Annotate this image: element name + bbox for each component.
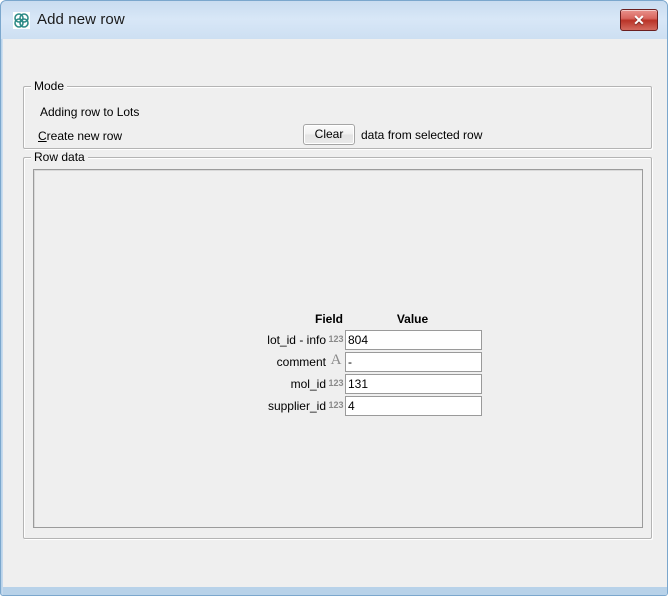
dialog-body: Mode Adding row to Lots Create new row C… [3,39,667,595]
titlebar[interactable]: Add new row ✕ [1,1,667,39]
table-row: supplier_id 123 [220,396,482,418]
dialog-window: Add new row ✕ Mode Adding row to Lots Cr… [0,0,668,596]
window-title: Add new row [37,11,125,28]
create-new-row-mnemonic: C [38,129,47,143]
knime-node-icon [13,12,30,29]
field-label: lot_id - info [267,333,326,347]
value-input-comment[interactable] [345,352,482,372]
field-value-table: Field Value lot_id - info 123 comment A [220,312,482,418]
column-header-field: Field [314,312,343,326]
rowdata-group-legend: Row data [31,150,88,164]
column-header-value: Value [396,312,429,326]
field-label: comment [276,355,326,369]
rowdata-panel: Field Value lot_id - info 123 comment A [33,169,643,528]
number-type-icon: 123 [328,400,344,410]
table-header-row: Field Value [220,312,474,330]
close-icon[interactable]: ✕ [620,9,658,31]
mode-group-legend: Mode [31,79,68,93]
table-row: lot_id - info 123 [220,330,482,352]
field-label: mol_id [290,377,326,391]
clear-button[interactable]: Clear [303,124,355,145]
close-glyph: ✕ [633,12,645,28]
value-input-lot-id-info[interactable] [345,330,482,350]
adding-row-label: Adding row to Lots [40,105,140,119]
value-input-supplier-id[interactable] [345,396,482,416]
table-row: comment A [220,352,482,374]
string-type-icon: A [330,352,342,368]
table-row: mol_id 123 [220,374,482,396]
clear-suffix-label: data from selected row [361,128,483,142]
create-new-row-label: Create new row [38,129,122,143]
rowdata-groupbox: Row data Field Value lot_id - info 123 c… [23,150,652,539]
value-input-mol-id[interactable] [345,374,482,394]
field-label: supplier_id [267,399,326,413]
create-new-row-rest: reate new row [46,129,123,143]
mode-groupbox: Mode Adding row to Lots Create new row C… [23,79,652,149]
window-bottom-band [3,587,667,595]
number-type-icon: 123 [328,378,344,388]
number-type-icon: 123 [328,334,344,344]
